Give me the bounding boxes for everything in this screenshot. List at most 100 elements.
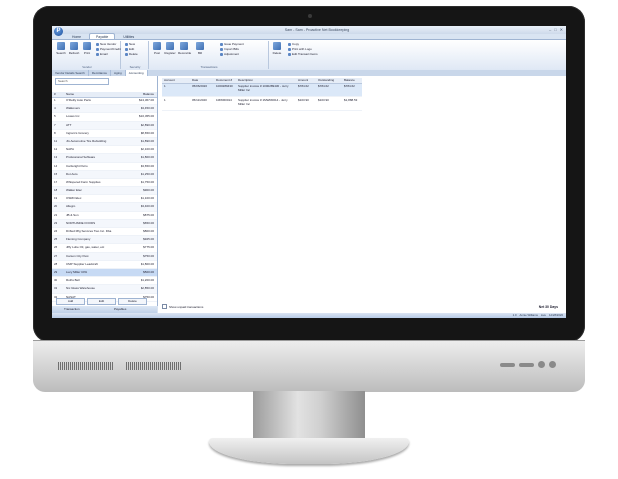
slot-icon bbox=[519, 362, 534, 367]
column-header-account[interactable]: Account bbox=[164, 78, 175, 83]
grille-slot bbox=[158, 362, 159, 370]
new-vendor-button[interactable]: New Vendor bbox=[96, 42, 116, 46]
table-row[interactable]: 1 O'Reilly Auto Parts $24,367.00 bbox=[52, 97, 157, 106]
grille-slot bbox=[150, 362, 151, 370]
refresh-icon bbox=[70, 42, 78, 50]
table-row[interactable]: 8 Ingram's Grocery $8,650.00 bbox=[52, 130, 157, 138]
delete-vendor-button[interactable]: Delete bbox=[118, 298, 147, 305]
bill-button[interactable]: Bill bbox=[194, 42, 206, 55]
copy-button[interactable]: Copy bbox=[288, 42, 299, 46]
table-row[interactable]: 12 NAPA $2,100.00 bbox=[52, 146, 157, 155]
register-icon bbox=[166, 42, 174, 50]
new-button[interactable]: New bbox=[125, 42, 135, 46]
search-input[interactable]: Search bbox=[55, 78, 109, 85]
table-row[interactable]: 15 Dot Auto $1,250.00 bbox=[52, 170, 157, 179]
grille-slot bbox=[82, 362, 83, 370]
adjustment-button[interactable]: Adjustment bbox=[220, 52, 239, 56]
table-row[interactable]: 28 CMP Supplier Leadcraft $1,800.00 bbox=[52, 261, 157, 269]
grille-slot bbox=[168, 362, 169, 370]
new-label: New bbox=[129, 42, 136, 46]
edit-transact-items-button[interactable]: Edit Transact Items bbox=[288, 52, 318, 56]
close-icon[interactable]: ✕ bbox=[560, 27, 563, 32]
table-row[interactable]: 17 Whispered Farm Supplies $1,750.00 bbox=[52, 179, 157, 188]
monitor-buttons bbox=[500, 361, 556, 368]
vendor-name: Whispered Farm Supplies bbox=[66, 179, 101, 184]
table-row[interactable]: 11 JG Automotive Tire Rebuilding $1,890.00 bbox=[52, 137, 157, 147]
column-header-amount[interactable]: Amount bbox=[298, 78, 308, 83]
delete-transaction-button[interactable]: Delete bbox=[271, 42, 283, 55]
grille-slot bbox=[132, 362, 133, 370]
nav-payables[interactable]: Payables bbox=[114, 306, 126, 313]
edit-vendor-button[interactable]: Edit bbox=[87, 298, 116, 305]
print-button[interactable]: Print bbox=[81, 42, 93, 55]
slot-icon bbox=[500, 362, 515, 367]
post-button[interactable]: Post bbox=[151, 42, 163, 55]
new-icon bbox=[96, 42, 99, 46]
refresh-button[interactable]: Refresh bbox=[68, 42, 80, 55]
vendor-name: Walkovers bbox=[66, 106, 80, 111]
edit-button[interactable]: Edit bbox=[125, 47, 134, 51]
email-button[interactable]: Email bbox=[96, 52, 108, 56]
table-row[interactable]: 13 Professional Software $1,800.00 bbox=[52, 154, 157, 163]
table-row[interactable]: 21 JB & Son $875.00 bbox=[52, 212, 157, 220]
table-row[interactable]: 27 Carson City Pest $750.00 bbox=[52, 252, 157, 261]
vendor-id: 23 bbox=[54, 220, 58, 225]
grille-slot bbox=[172, 362, 173, 370]
column-header-description[interactable]: Description bbox=[238, 78, 253, 83]
app-logo-icon[interactable]: P bbox=[54, 27, 63, 36]
table-row[interactable]: 29 Lucy Miller CPA $500.00 bbox=[52, 268, 157, 278]
nav-transaction[interactable]: Transaction bbox=[64, 306, 80, 313]
vendor-id: 4 bbox=[54, 106, 56, 111]
vendor-balance: $1,800.00 bbox=[140, 261, 154, 266]
table-row[interactable]: 23 NORTHSIDE FOODS $650.00 bbox=[52, 219, 157, 228]
show-unpaid-checkbox[interactable]: Show unpaid transactions bbox=[162, 304, 203, 309]
table-row[interactable]: 14 Cartwright Petro $3,650.00 bbox=[52, 163, 157, 171]
add-vendor-button[interactable]: Add bbox=[56, 298, 85, 305]
column-header-balance[interactable]: Balance bbox=[344, 78, 355, 83]
grille-slot bbox=[98, 362, 99, 370]
speaker-grille-right bbox=[126, 362, 181, 370]
table-row[interactable]: 19 OSRD Elec $1,100.00 bbox=[52, 195, 157, 204]
grille-slot bbox=[160, 362, 161, 370]
register-button[interactable]: Register bbox=[164, 42, 176, 55]
column-header-outstanding[interactable]: Outstanding bbox=[318, 78, 334, 83]
column-header-date[interactable]: Date bbox=[192, 78, 198, 83]
minimize-icon[interactable]: – bbox=[549, 27, 551, 32]
reconcile-button[interactable]: Reconcile bbox=[178, 42, 191, 55]
table-row[interactable]: 24 Drifted Mfg Services Two Inc. Dba $800.… bbox=[52, 228, 157, 237]
maximize-icon[interactable]: □ bbox=[554, 27, 556, 32]
table-row[interactable]: 31 Nix Glass Warehouse $2,850.00 bbox=[52, 285, 157, 294]
table-row[interactable]: 18 Walker Elec $900.00 bbox=[52, 187, 157, 196]
table-row[interactable]: 20 Allegro $3,400.00 bbox=[52, 203, 157, 212]
vendor-id: 15 bbox=[54, 171, 58, 176]
print-with-logo-button[interactable]: Print with Logo bbox=[288, 47, 312, 51]
ribbon-group-security: New Edit Delete Security bbox=[122, 41, 149, 69]
table-row[interactable]: 26 Jiffy Lube Oil, gas, water, etc $775.00 bbox=[52, 244, 157, 253]
table-row[interactable]: 4 Walkovers $3,450.00 bbox=[52, 105, 157, 114]
issue-payment-button[interactable]: Issue Payment bbox=[220, 42, 244, 46]
payment-credit-button[interactable]: Payment/Credit bbox=[96, 47, 121, 51]
grille-slot bbox=[166, 362, 167, 370]
table-row[interactable]: 1 05/06/2020 1000289430 Supplier invoice # … bbox=[162, 84, 362, 97]
speaker-grille-left bbox=[58, 362, 113, 370]
delete-button[interactable]: Delete bbox=[125, 52, 138, 56]
table-row[interactable]: 7 ATT $2,890.00 bbox=[52, 121, 157, 130]
vendor-id: 20 bbox=[54, 204, 58, 209]
table-row[interactable]: 30 Ruths Bell $1,200.00 bbox=[52, 277, 157, 286]
table-row[interactable]: 1 05/11/2020 1MWR0014 Supplier invoice # 1M… bbox=[162, 98, 362, 111]
vendor-balance: $775.00 bbox=[143, 245, 154, 250]
vendor-table: 1 O'Reilly Auto Parts $24,367.00 4 Walkovers… bbox=[52, 97, 157, 302]
grille-slot bbox=[66, 362, 67, 370]
power-button-icon[interactable] bbox=[549, 361, 556, 368]
table-row[interactable]: 25 Fleming Company $925.00 bbox=[52, 236, 157, 245]
adjustment-icon bbox=[220, 52, 223, 56]
grille-slot bbox=[164, 362, 165, 370]
column-header-document[interactable]: Document # bbox=[216, 78, 232, 83]
vendor-id: 12 bbox=[54, 147, 58, 152]
table-row[interactable]: 5 Lowes Inc $10,455.00 bbox=[52, 113, 157, 122]
button-icon[interactable] bbox=[538, 361, 545, 368]
import-bills-button[interactable]: Import Bills bbox=[220, 47, 239, 51]
search-button[interactable]: Search bbox=[55, 42, 67, 55]
grille-slot bbox=[68, 362, 69, 370]
vendor-balance: $3,400.00 bbox=[140, 204, 154, 209]
